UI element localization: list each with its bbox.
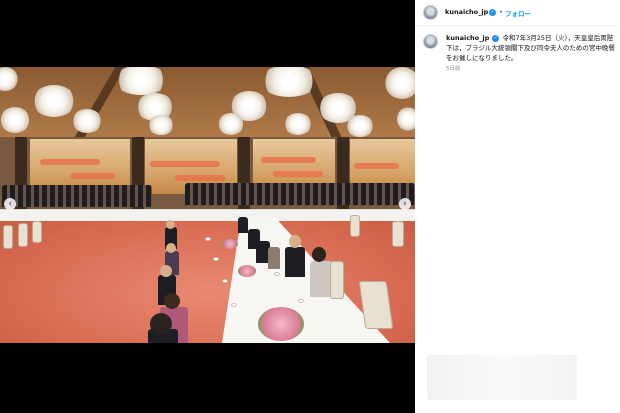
chandelier — [346, 115, 374, 137]
chandelier — [0, 107, 30, 133]
mural-cloud — [354, 163, 399, 169]
chair — [350, 215, 360, 237]
guest-head — [160, 265, 172, 277]
verified-badge-icon: ✓ — [492, 34, 500, 42]
mural-cloud — [273, 171, 323, 177]
banquet-photo — [0, 67, 415, 343]
chandelier — [218, 113, 244, 135]
place-setting — [213, 257, 219, 261]
post-caption: kunaicho_jp ✓ 令和7年3月25日（火），天皇皇后両陛下は，ブラジル… — [446, 33, 618, 63]
caption-avatar[interactable] — [423, 34, 438, 49]
post-media[interactable]: ‹ › — [0, 0, 415, 413]
chandelier — [385, 67, 415, 99]
guest-head — [150, 313, 172, 335]
post-timestamp[interactable]: 5日前 — [446, 64, 461, 72]
guest-head — [166, 220, 175, 229]
verified-badge-icon: ✓ — [489, 8, 496, 16]
chair — [330, 261, 344, 299]
flower-arrangement — [258, 307, 304, 341]
mural-cloud — [70, 173, 115, 179]
place-setting — [298, 299, 304, 303]
place-setting — [231, 303, 237, 307]
guest-head — [312, 247, 326, 262]
mural-cloud — [261, 157, 316, 163]
next-image-button[interactable]: › — [399, 198, 411, 210]
guest-head — [166, 243, 176, 253]
chandelier — [148, 115, 174, 135]
chair — [18, 223, 28, 247]
post-sidebar: kunaicho_jp ✓ • フォロー kunaicho_jp ✓ 令和7年3… — [415, 0, 620, 413]
standing-staff — [2, 185, 152, 207]
caption-username[interactable]: kunaicho_jp — [446, 34, 489, 42]
place-setting — [205, 237, 211, 241]
chair — [3, 225, 13, 249]
seated-guest — [268, 247, 280, 269]
post-header: kunaicho_jp ✓ • フォロー — [415, 0, 620, 26]
seated-guest — [310, 261, 332, 297]
mural-cloud — [40, 159, 100, 165]
chevron-right-icon: › — [403, 199, 407, 209]
guest-head — [164, 293, 180, 309]
chair — [392, 221, 404, 247]
chair — [32, 221, 42, 243]
blurred-comment-area — [427, 355, 577, 400]
guest-head — [289, 235, 301, 248]
seated-guest — [285, 247, 305, 277]
follow-button[interactable]: フォロー — [505, 8, 531, 18]
flower-arrangement — [222, 239, 238, 249]
pillar — [238, 137, 250, 217]
header-username[interactable]: kunaicho_jp — [445, 8, 488, 16]
place-setting — [222, 279, 228, 283]
flower-arrangement — [238, 265, 256, 277]
chandelier — [32, 85, 76, 117]
pillar — [337, 137, 349, 217]
chevron-left-icon: ‹ — [8, 199, 12, 209]
header-separator: • — [499, 8, 503, 16]
mural-cloud — [150, 161, 220, 167]
place-setting — [274, 272, 280, 276]
chandelier — [284, 113, 312, 135]
mural-cloud — [175, 175, 225, 181]
account-avatar[interactable] — [423, 5, 438, 20]
seated-guest — [238, 217, 248, 233]
chandelier — [72, 109, 102, 133]
prev-image-button[interactable]: ‹ — [4, 198, 16, 210]
standing-staff — [185, 183, 415, 205]
chandelier — [397, 107, 415, 131]
